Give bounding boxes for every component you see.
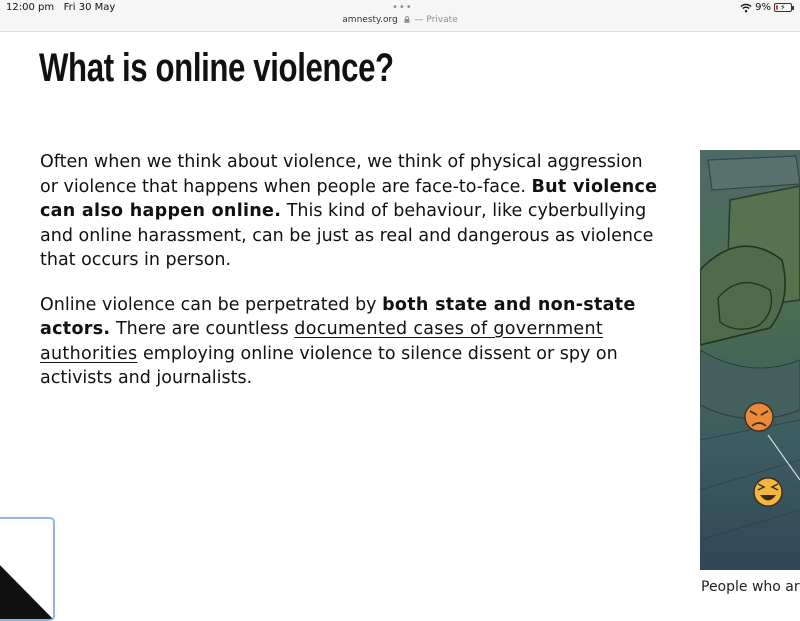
floating-widget[interactable] xyxy=(0,517,55,621)
clock-date: Fri 30 May xyxy=(63,2,116,13)
p2-text-b: There are countless xyxy=(110,319,295,339)
cyberbullying-illustration xyxy=(700,150,800,570)
paragraph-2: Online violence can be perpetrated by bo… xyxy=(40,293,660,391)
status-bar: 12:00 pm Fri 30 May ••• amnesty.org — Pr… xyxy=(0,0,800,32)
paragraph-1: Often when we think about violence, we t… xyxy=(40,150,660,273)
more-dots-icon[interactable]: ••• xyxy=(392,2,413,13)
battery-level-fill xyxy=(776,5,778,10)
charging-bolt-icon: ⚡ xyxy=(780,3,786,12)
url-domain: amnesty.org xyxy=(342,15,398,25)
corner-graphic xyxy=(0,565,53,619)
status-indicators: 9% ⚡ xyxy=(740,2,794,13)
private-mode-label: — Private xyxy=(414,15,458,25)
clock-time: 12:00 pm xyxy=(6,2,55,13)
wifi-icon xyxy=(740,3,752,12)
status-time: 12:00 pm Fri 30 May xyxy=(6,2,115,13)
angry-emoji-icon xyxy=(744,402,774,432)
article-body: Often when we think about violence, we t… xyxy=(40,150,660,411)
battery-icon: ⚡ xyxy=(774,3,794,12)
figure-caption: People who are xyxy=(701,579,800,595)
lock-icon xyxy=(404,16,410,23)
p2-text-a: Online violence can be perpetrated by xyxy=(40,294,383,315)
battery-percent: 9% xyxy=(755,2,771,13)
address-bar[interactable]: amnesty.org — Private xyxy=(0,15,800,25)
laughing-emoji-icon xyxy=(753,477,783,507)
page-title: What is online violence? xyxy=(39,46,394,90)
